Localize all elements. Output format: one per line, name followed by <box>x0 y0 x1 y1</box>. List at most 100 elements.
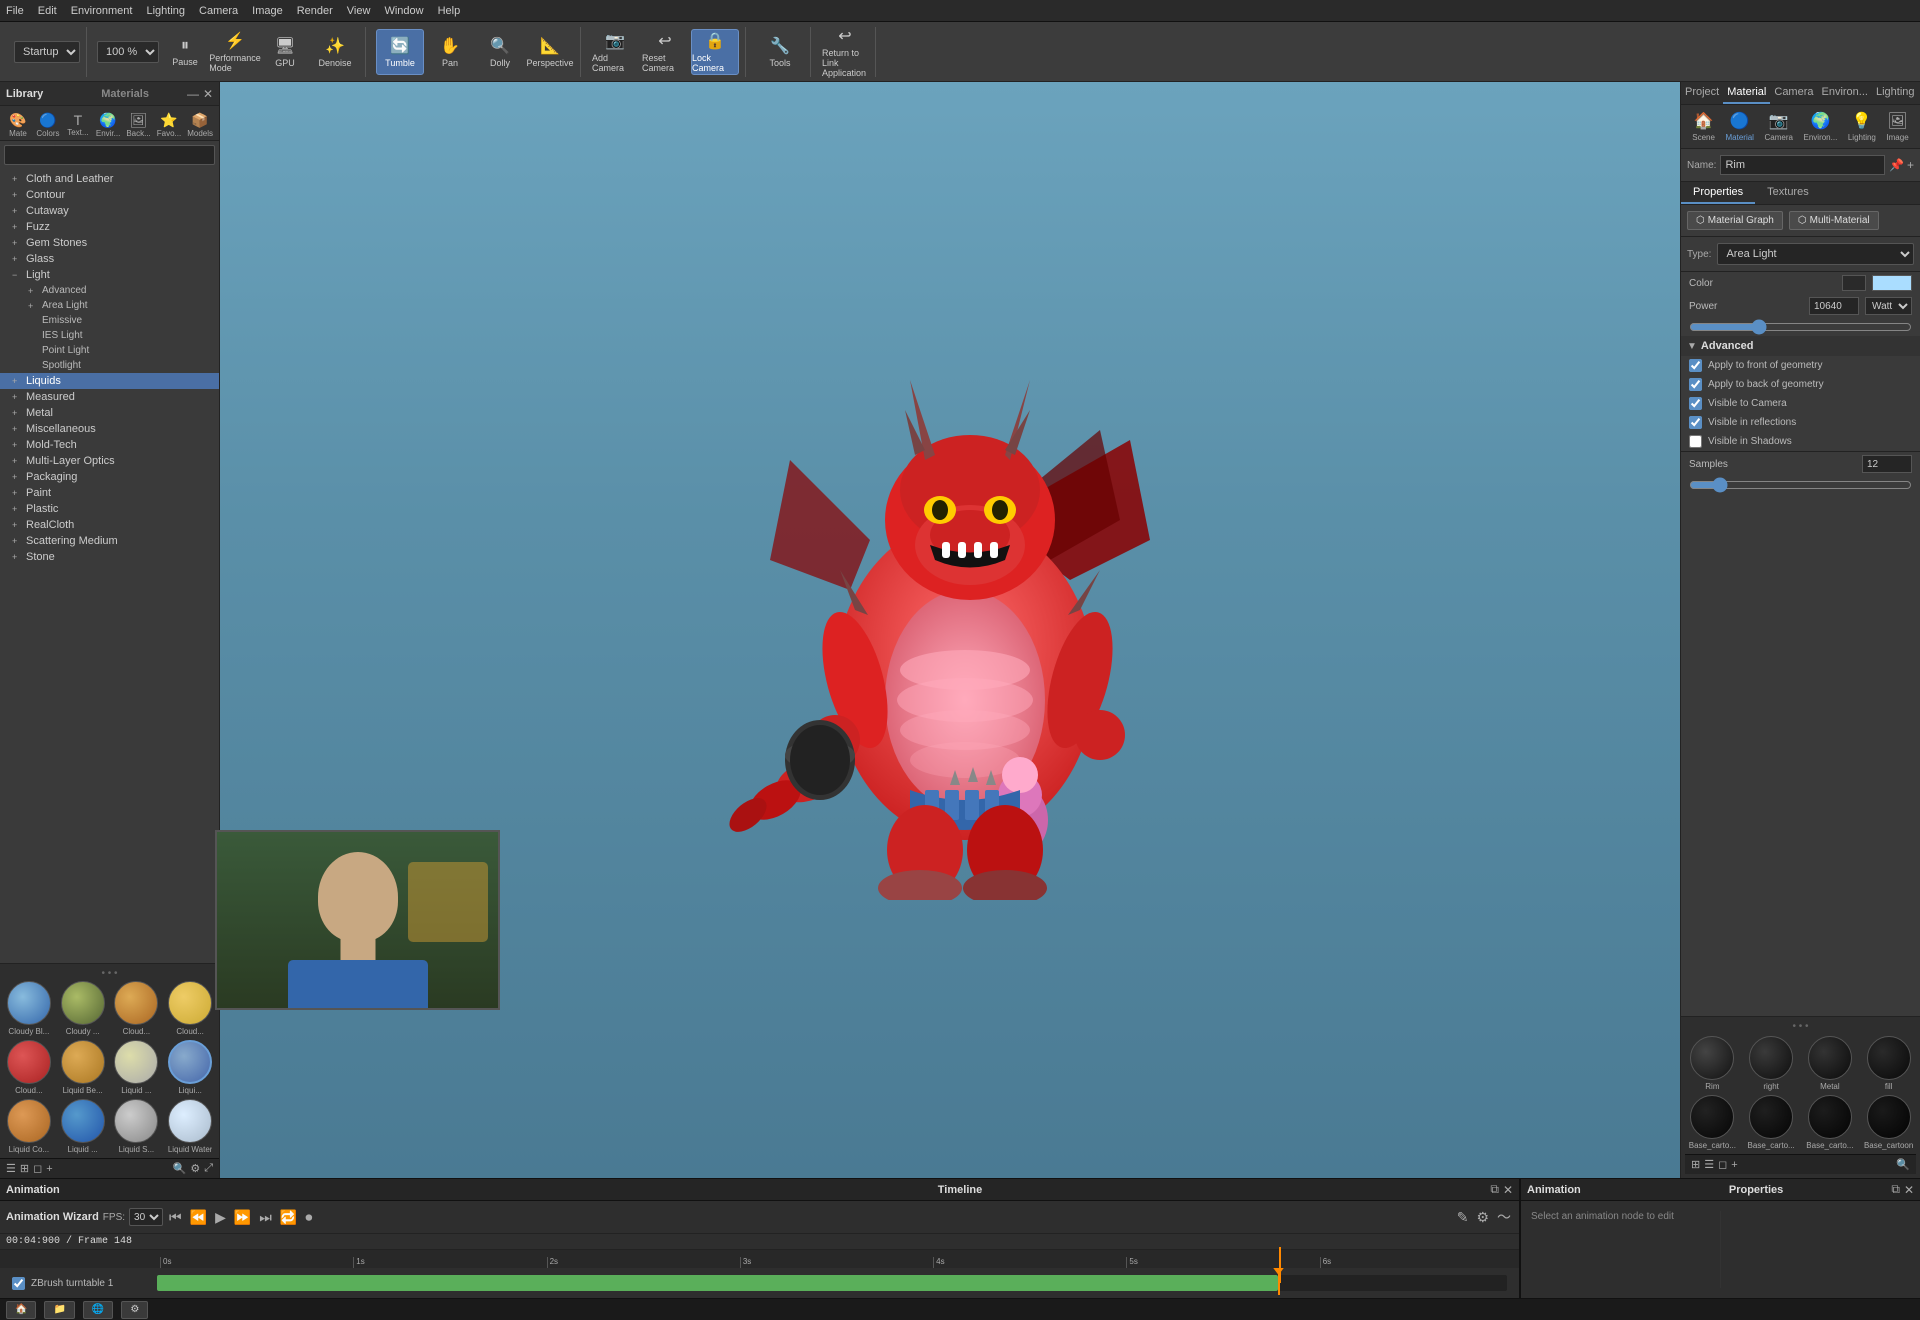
anim-close-btn[interactable]: ✕ <box>1503 1182 1513 1197</box>
tree-scattering-medium[interactable]: +Scattering Medium <box>0 533 219 549</box>
taskbar-item-4[interactable]: ⚙ <box>121 1301 148 1319</box>
swatch-tool-btn3[interactable]: ◻ <box>33 1162 42 1175</box>
tab-colors[interactable]: 🔵 Colors <box>34 110 62 140</box>
taskbar-item-2[interactable]: 📁 <box>44 1301 74 1319</box>
taskbar-item-3[interactable]: 🌐 <box>83 1301 113 1319</box>
startup-select[interactable]: Startup <box>14 41 80 63</box>
tree-liquids[interactable]: +Liquids <box>0 373 219 389</box>
right-swatch-base-cartoon[interactable]: Base_cartoon <box>1861 1095 1916 1150</box>
anim-curves-btn[interactable]: 〜 <box>1495 1205 1513 1229</box>
tumble-button[interactable]: 🔄 Tumble <box>376 29 424 75</box>
viewport[interactable] <box>220 82 1680 1178</box>
tab-camera-top[interactable]: Camera <box>1770 82 1817 104</box>
apply-back-checkbox[interactable] <box>1689 378 1702 391</box>
anim-prev-frame-btn[interactable]: ⏪ <box>188 1207 209 1228</box>
color-swatch[interactable] <box>1842 275 1866 291</box>
mat-scene-btn[interactable]: 🏠 Scene <box>1692 111 1715 142</box>
samples-slider[interactable] <box>1689 479 1912 491</box>
anim-settings-btn[interactable]: ⚙ <box>1474 1207 1491 1228</box>
swatch-tool-btn2[interactable]: ⊞ <box>20 1162 29 1175</box>
tab-properties[interactable]: Properties <box>1681 182 1755 204</box>
swatch-liquid-pale[interactable]: Liquid ... <box>112 1040 162 1095</box>
swatch-liquid-blue[interactable]: Liqui... <box>165 1040 215 1095</box>
tree-multi-layer-optics[interactable]: +Multi-Layer Optics <box>0 453 219 469</box>
right-swatch-metal[interactable]: Metal <box>1803 1036 1858 1091</box>
swatch-tool-btn4[interactable]: + <box>46 1163 52 1175</box>
advanced-header[interactable]: ▼ Advanced <box>1681 336 1920 356</box>
anim-loop-btn[interactable]: 🔁 <box>278 1207 299 1228</box>
right-swatch-add-btn[interactable]: + <box>1731 1159 1737 1171</box>
tree-packaging[interactable]: +Packaging <box>0 469 219 485</box>
pan-button[interactable]: ✋ Pan <box>426 29 474 75</box>
swatch-tool-btn1[interactable]: ☰ <box>6 1162 16 1175</box>
tree-gem-stones[interactable]: +Gem Stones <box>0 235 219 251</box>
tree-plastic[interactable]: +Plastic <box>0 501 219 517</box>
swatch-liquid-water[interactable]: Liquid Water <box>165 1099 215 1154</box>
tree-miscellaneous[interactable]: +Miscellaneous <box>0 421 219 437</box>
tree-point-light[interactable]: Point Light <box>0 343 219 358</box>
power-slider[interactable] <box>1689 321 1912 333</box>
swatch-tool-search[interactable]: 🔍 <box>173 1162 187 1175</box>
menu-file[interactable]: File <box>6 5 24 17</box>
swatch-cloudy-orange[interactable]: Cloud... <box>112 981 162 1036</box>
swatch-cloudy-blue[interactable]: Cloudy Bl... <box>4 981 54 1036</box>
tab-envir[interactable]: 🌍 Envir... <box>94 110 122 140</box>
dolly-button[interactable]: 🔍 Dolly <box>476 29 524 75</box>
menu-environment[interactable]: Environment <box>71 5 133 17</box>
tree-emissive[interactable]: Emissive <box>0 313 219 328</box>
menu-lighting[interactable]: Lighting <box>146 5 185 17</box>
mat-new-btn[interactable]: + <box>1907 158 1914 172</box>
tree-spotlight[interactable]: Spotlight <box>0 358 219 373</box>
swatch-liquid-be[interactable]: Liquid Be... <box>58 1040 108 1095</box>
tree-advanced[interactable]: +Advanced <box>0 283 219 298</box>
tab-favo[interactable]: ⭐ Favo... <box>155 110 183 140</box>
return-application-button[interactable]: ↩ Return to Link Application <box>821 29 869 75</box>
tab-back[interactable]: 🖼 Back... <box>124 110 152 140</box>
anim-play-btn[interactable]: ▶ <box>213 1207 228 1228</box>
tree-mold-tech[interactable]: +Mold-Tech <box>0 437 219 453</box>
tab-material[interactable]: Material <box>1723 82 1770 104</box>
tree-stone[interactable]: +Stone <box>0 549 219 565</box>
mat-image-btn[interactable]: 🖼 Image <box>1886 111 1908 142</box>
swatch-liquid-s[interactable]: Liquid S... <box>112 1099 162 1154</box>
right-swatch-base-carto-1[interactable]: Base_carto... <box>1685 1095 1740 1150</box>
apply-front-checkbox[interactable] <box>1689 359 1702 372</box>
tree-ies-light[interactable]: IES Light <box>0 328 219 343</box>
tree-area-light[interactable]: +Area Light <box>0 298 219 313</box>
tree-realcloth[interactable]: +RealCloth <box>0 517 219 533</box>
power-input[interactable] <box>1809 297 1859 315</box>
mat-camera-btn[interactable]: 📷 Camera <box>1765 111 1793 142</box>
tab-models[interactable]: 📦 Models <box>185 110 215 140</box>
multi-material-btn[interactable]: ⬡ Multi-Material <box>1789 211 1879 230</box>
performance-mode-button[interactable]: ⚡ Performance Mode <box>211 29 259 75</box>
anim-next-end-btn[interactable]: ⏭ <box>257 1207 274 1228</box>
swatch-liquid-dark[interactable]: Liquid ... <box>58 1099 108 1154</box>
right-swatch-rim[interactable]: Rim <box>1685 1036 1740 1091</box>
tree-metal[interactable]: +Metal <box>0 405 219 421</box>
menu-camera[interactable]: Camera <box>199 5 238 17</box>
tab-textures[interactable]: Textures <box>1755 182 1821 204</box>
tools-button[interactable]: 🔧 Tools <box>756 29 804 75</box>
tab-environ-top[interactable]: Environ... <box>1818 82 1872 104</box>
search-input[interactable] <box>4 145 215 165</box>
power-unit-select[interactable]: Watt <box>1865 297 1912 315</box>
right-swatch-grid-btn[interactable]: ⊞ <box>1691 1158 1700 1171</box>
swatch-liquid-co[interactable]: Liquid Co... <box>4 1099 54 1154</box>
tree-light[interactable]: −Light <box>0 267 219 283</box>
menu-view[interactable]: View <box>347 5 371 17</box>
anim-edit-btn[interactable]: ✎ <box>1455 1207 1471 1228</box>
mat-lighting-btn[interactable]: 💡 Lighting <box>1848 111 1876 142</box>
anim-right-close-btn[interactable]: ✕ <box>1904 1182 1914 1197</box>
anim-prev-start-btn[interactable]: ⏮ <box>167 1207 184 1228</box>
tab-mate[interactable]: 🎨 Mate <box>4 110 32 140</box>
samples-input[interactable] <box>1862 455 1912 473</box>
zoom-select[interactable]: 100 % <box>97 41 159 63</box>
menu-render[interactable]: Render <box>297 5 333 17</box>
swatch-cloudy-red[interactable]: Cloud... <box>4 1040 54 1095</box>
library-minimize-btn[interactable]: — <box>187 87 199 101</box>
library-close-btn[interactable]: ✕ <box>203 87 213 101</box>
tree-paint[interactable]: +Paint <box>0 485 219 501</box>
tree-fuzz[interactable]: +Fuzz <box>0 219 219 235</box>
swatch-cloudy-yellow[interactable]: Cloud... <box>165 981 215 1036</box>
tab-text[interactable]: T Text... <box>64 110 92 140</box>
